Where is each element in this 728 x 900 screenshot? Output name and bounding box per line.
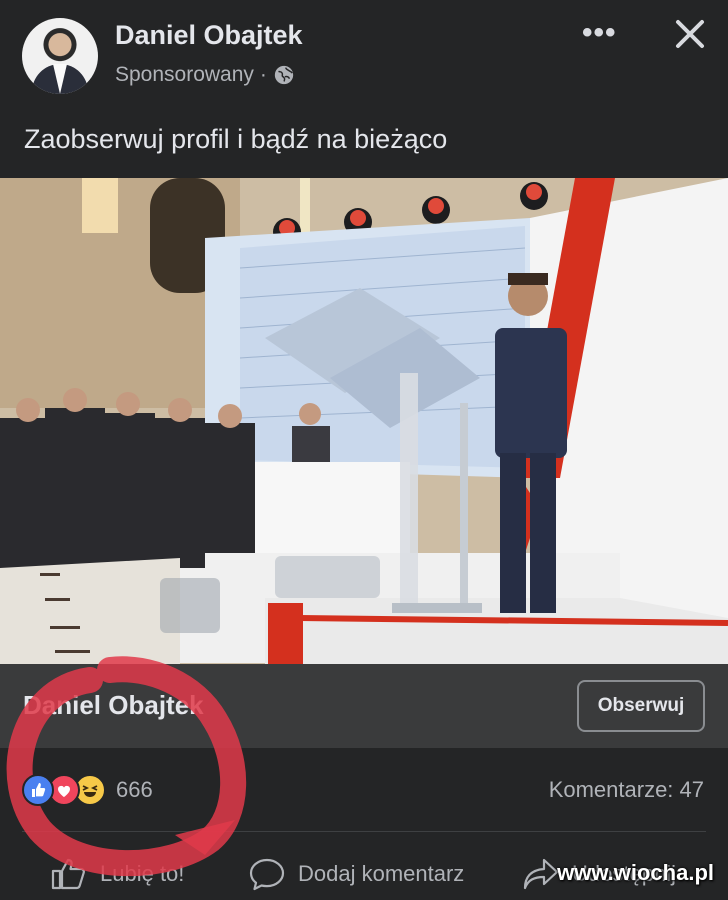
post-text: Zaobserwuj profil i bądź na bieżąco	[24, 124, 448, 154]
post-header: Daniel Obajtek Sponsorowany · •••	[0, 0, 728, 110]
separator: ·	[259, 63, 267, 86]
author-name[interactable]: Daniel Obajtek	[115, 20, 303, 51]
post-photo[interactable]	[0, 178, 728, 664]
comment-icon	[249, 858, 285, 891]
like-label: Lubię to!	[100, 861, 185, 886]
sponsored-text: Sponsorowany	[115, 63, 254, 86]
reactions-summary[interactable]: 666	[22, 774, 153, 806]
share-icon	[523, 858, 559, 890]
press-conference-image	[0, 178, 728, 664]
thumbs-up-icon	[51, 858, 85, 890]
divider	[22, 831, 706, 832]
more-options-icon[interactable]: •••	[582, 18, 618, 48]
avatar[interactable]	[22, 18, 98, 94]
like-reaction-icon	[22, 774, 54, 806]
reaction-count: 666	[116, 777, 153, 802]
watermark: www.wiocha.pl	[557, 860, 714, 885]
sponsored-label[interactable]: Sponsorowany ·	[115, 63, 295, 87]
close-icon[interactable]	[672, 16, 708, 52]
comment-button[interactable]: Dodaj komentarz	[248, 856, 464, 892]
globe-icon	[274, 65, 294, 85]
link-footer[interactable]: Daniel Obajtek Obserwuj	[0, 664, 728, 748]
comment-label: Dodaj komentarz	[298, 861, 465, 886]
like-button[interactable]: Lubię to!	[50, 856, 184, 892]
link-title[interactable]: Daniel Obajtek	[23, 690, 204, 721]
comments-count[interactable]: Komentarze: 47	[549, 777, 704, 803]
follow-button[interactable]: Obserwuj	[577, 680, 705, 732]
